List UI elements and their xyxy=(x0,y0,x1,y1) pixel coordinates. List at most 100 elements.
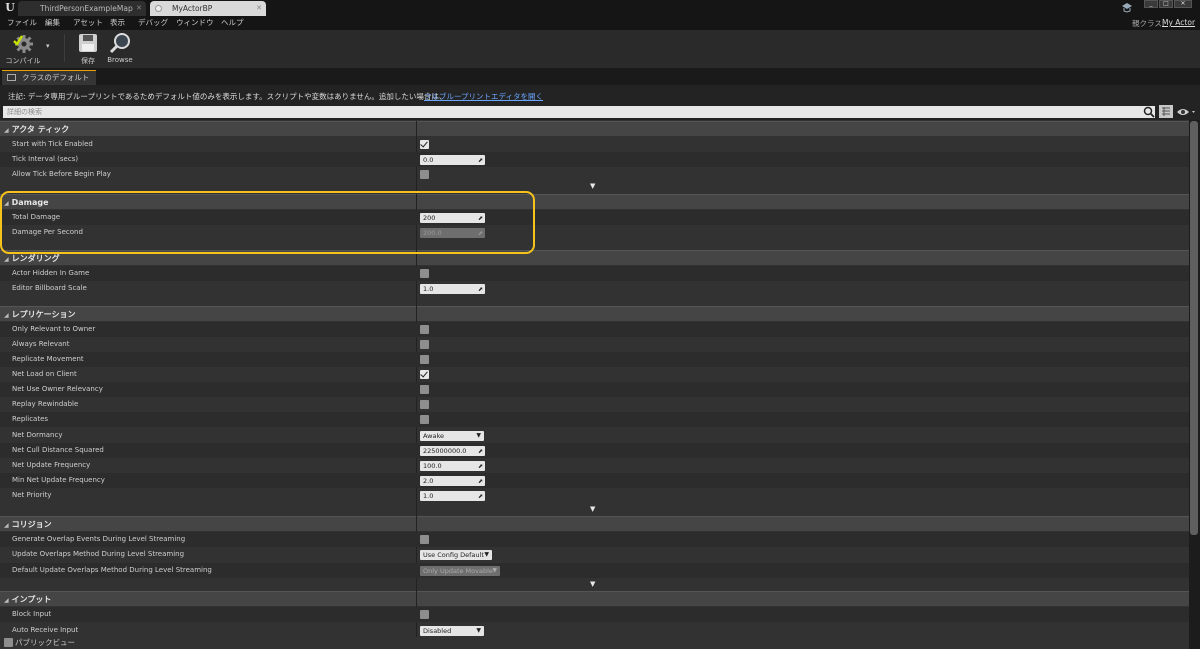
public-view-toggle[interactable]: パブリックビュー xyxy=(4,637,75,648)
field-value: 2.0 xyxy=(423,477,434,485)
property-row: Net Dormancy xyxy=(0,428,1189,443)
category-title: レプリケーション xyxy=(11,310,76,319)
category-collision[interactable]: ◢ コリジョン xyxy=(0,516,1189,531)
replicate-movement-checkbox[interactable] xyxy=(420,355,429,364)
tab-third-person-map[interactable]: ThirdPersonExampleMap ✕ xyxy=(18,1,146,16)
category-title: レンダリング xyxy=(11,254,60,263)
category-input[interactable]: ◢ インプット xyxy=(0,591,1189,606)
search-icon[interactable] xyxy=(1143,106,1155,118)
tab-my-actor-bp[interactable]: MyActorBP ✕ xyxy=(150,1,266,16)
close-icon[interactable]: ✕ xyxy=(136,1,142,16)
property-row: Damage Per Second xyxy=(0,225,1189,240)
property-row: Default Update Overlaps Method During Le… xyxy=(0,563,1189,578)
property-row: Start with Tick Enabled xyxy=(0,137,1189,152)
chevron-down-icon: ▼ xyxy=(484,551,489,558)
advanced-expand-arrow-icon[interactable]: ▼ xyxy=(590,182,595,190)
menu-view[interactable]: 表示 xyxy=(110,16,125,30)
compile-button[interactable]: コンパイル xyxy=(3,32,43,66)
only-relevant-checkbox[interactable] xyxy=(420,325,429,334)
blueprint-icon xyxy=(155,5,162,12)
menu-edit[interactable]: 編集 xyxy=(45,16,60,30)
property-row: Net Use Owner Relevancy xyxy=(0,382,1189,397)
save-icon xyxy=(79,34,97,52)
open-full-editor-link[interactable]: フルブループリントエディタを開く xyxy=(424,91,543,102)
scrollbar-thumb[interactable] xyxy=(1190,121,1198,535)
damage-per-second-field: 200.0 ⬈ xyxy=(420,228,485,238)
compile-options-chevron-icon[interactable]: ▾ xyxy=(46,42,50,50)
auto-receive-input-dropdown[interactable]: Disabled ▼ xyxy=(420,626,484,636)
property-label: Net Use Owner Relevancy xyxy=(12,385,103,393)
collapse-arrow-icon: ◢ xyxy=(4,127,9,134)
collapse-arrow-icon: ◢ xyxy=(4,200,9,207)
browse-magnifier-icon xyxy=(109,33,130,54)
view-options-eye-icon[interactable] xyxy=(1176,106,1198,118)
tick-interval-field[interactable]: 0.0 ⬈ xyxy=(420,155,485,165)
net-priority-field[interactable]: 1.0 ⬈ xyxy=(420,491,485,501)
public-view-checkbox[interactable] xyxy=(4,638,13,647)
net-dormancy-dropdown[interactable]: Awake ▼ xyxy=(420,431,484,441)
panel-tab-label: クラスのデフォルト xyxy=(22,73,90,82)
spin-arrows-icon: ⬈ xyxy=(477,478,483,485)
replay-rewindable-checkbox[interactable] xyxy=(420,400,429,409)
block-input-checkbox[interactable] xyxy=(420,610,429,619)
tab-class-defaults[interactable]: クラスのデフォルト xyxy=(2,70,96,85)
maximize-button[interactable]: □ xyxy=(1159,0,1173,8)
net-use-owner-checkbox[interactable] xyxy=(420,385,429,394)
spin-arrows-icon: ⬈ xyxy=(477,463,483,470)
default-update-overlaps-dropdown: Only Update Movable ▼ xyxy=(420,566,500,576)
update-overlaps-dropdown[interactable]: Use Config Default ▼ xyxy=(420,550,492,560)
menu-debug[interactable]: デバッグ xyxy=(138,16,168,30)
category-title: Damage xyxy=(11,198,49,207)
net-cull-distance-field[interactable]: 225000000.0 ⬈ xyxy=(420,446,485,456)
property-row: Update Overlaps Method During Level Stre… xyxy=(0,547,1189,562)
actor-hidden-checkbox[interactable] xyxy=(420,269,429,278)
start-with-tick-checkbox[interactable] xyxy=(420,140,429,149)
menu-help[interactable]: ヘルプ xyxy=(221,16,244,30)
always-relevant-checkbox[interactable] xyxy=(420,340,429,349)
replicates-checkbox[interactable] xyxy=(420,415,429,424)
parent-class-label: 親クラス: xyxy=(1132,19,1165,28)
property-row: Auto Receive Input xyxy=(0,623,1189,638)
property-label: Min Net Update Frequency xyxy=(12,476,105,484)
category-title: アクタ ティック xyxy=(11,125,70,134)
tab-label: ThirdPersonExampleMap xyxy=(40,4,133,13)
details-search-input[interactable] xyxy=(3,106,1155,118)
advanced-expand-arrow-icon[interactable]: ▼ xyxy=(590,580,595,588)
dropdown-value: Disabled xyxy=(423,627,452,635)
spin-arrows-icon: ⬈ xyxy=(477,230,483,237)
category-rendering[interactable]: ◢ レンダリング xyxy=(0,250,1189,265)
property-row: Net Cull Distance Squared xyxy=(0,443,1189,458)
category-title: コリジョン xyxy=(11,520,52,529)
category-damage[interactable]: ◢ Damage xyxy=(0,194,1189,209)
browse-button[interactable]: Browse xyxy=(100,32,140,66)
property-row: Only Relevant to Owner xyxy=(0,322,1189,337)
collapse-arrow-icon: ◢ xyxy=(4,256,9,263)
property-label: Net Priority xyxy=(12,491,52,499)
net-load-checkbox[interactable] xyxy=(420,370,429,379)
min-net-update-field[interactable]: 2.0 ⬈ xyxy=(420,476,485,486)
category-actor-tick[interactable]: ◢ アクタ ティック xyxy=(0,121,1189,136)
category-replication[interactable]: ◢ レプリケーション xyxy=(0,306,1189,321)
property-row: Editor Billboard Scale xyxy=(0,281,1189,296)
menu-window[interactable]: ウィンドウ xyxy=(176,16,214,30)
dropdown-value: Awake xyxy=(423,432,445,440)
minimize-button[interactable]: _ xyxy=(1144,0,1158,8)
feedback-icon[interactable] xyxy=(1121,2,1133,13)
notice-text: 注記: データ専用ブループリントであるためデフォルト値のみを表示します。スクリプ… xyxy=(8,92,447,101)
close-icon[interactable]: ✕ xyxy=(256,1,262,16)
property-label: Generate Overlap Events During Level Str… xyxy=(12,535,186,543)
parent-class-link[interactable]: My Actor xyxy=(1162,18,1195,27)
property-row: Min Net Update Frequency xyxy=(0,473,1189,488)
property-label: Start with Tick Enabled xyxy=(12,140,93,148)
advanced-expand-arrow-icon[interactable]: ▼ xyxy=(590,505,595,513)
total-damage-field[interactable]: 200 ⬈ xyxy=(420,213,485,223)
allow-tick-checkbox[interactable] xyxy=(420,170,429,179)
close-window-button[interactable]: ✕ xyxy=(1174,0,1192,8)
generate-overlap-checkbox[interactable] xyxy=(420,535,429,544)
menu-asset[interactable]: アセット xyxy=(73,16,103,30)
billboard-scale-field[interactable]: 1.0 ⬈ xyxy=(420,284,485,294)
menu-file[interactable]: ファイル xyxy=(7,16,37,30)
net-update-frequency-field[interactable]: 100.0 ⬈ xyxy=(420,461,485,471)
toolbar xyxy=(0,30,1200,68)
property-matrix-button[interactable] xyxy=(1159,105,1173,118)
